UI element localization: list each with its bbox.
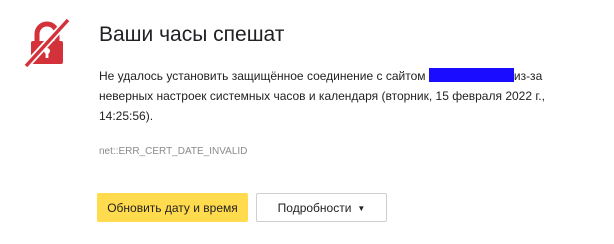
caret-down-icon: ▼ [357, 203, 366, 213]
update-date-time-label: Обновить дату и время [107, 200, 238, 215]
error-page: Ваши часы спешат Не удалось установить з… [0, 0, 614, 244]
details-button[interactable]: Подробности ▼ [256, 193, 387, 222]
message-text-before: Не удалось установить защищённое соедине… [99, 69, 426, 83]
broken-lock-icon [23, 18, 71, 68]
update-date-time-button[interactable]: Обновить дату и время [97, 193, 248, 222]
error-message: Не удалось установить защищённое соедине… [99, 66, 569, 126]
details-label: Подробности [277, 200, 352, 215]
page-title: Ваши часы спешат [99, 23, 285, 46]
error-code: net::ERR_CERT_DATE_INVALID [99, 146, 248, 157]
redacted-site-name [428, 68, 514, 82]
